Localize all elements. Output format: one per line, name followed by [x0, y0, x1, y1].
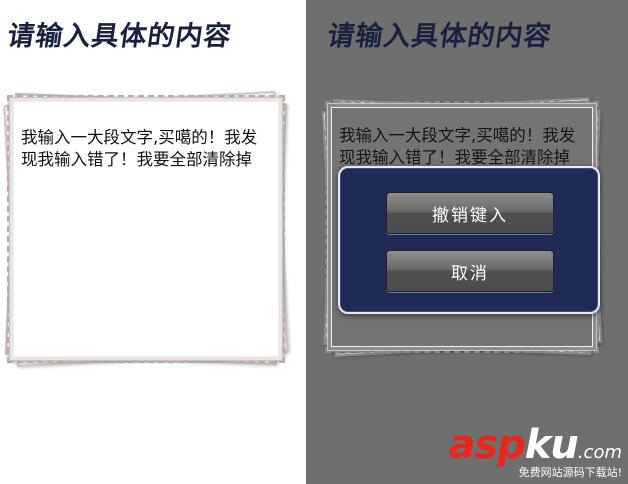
note-paper-stack: 我输入一大段文字,买噶的！我发现我输入错了！我要全部清除掉: [3, 91, 289, 367]
page-heading: 请输入具体的内容: [325, 21, 554, 52]
watermark-com: .com: [577, 442, 622, 463]
site-watermark: aspku.com 免费网站源码下载站!: [448, 425, 622, 478]
undo-typing-button[interactable]: 撤销键入: [386, 192, 554, 234]
input-text: 我输入一大段文字,买噶的！我发现我输入错了！我要全部清除掉: [339, 126, 576, 167]
cancel-button[interactable]: 取消: [386, 250, 554, 292]
watermark-asp: asp: [448, 422, 525, 468]
page-heading: 请输入具体的内容: [5, 21, 234, 52]
right-screen-dimmed: 请输入具体的内容 我输入一大段文字,买噶的！我发现我输入错了！我要全部清除掉 撤…: [306, 0, 628, 484]
input-text: 我输入一大段文字,买噶的！我发现我输入错了！我要全部清除掉: [21, 128, 258, 169]
undo-typing-dialog: 撤销键入 取消: [338, 166, 600, 314]
text-input-area[interactable]: 我输入一大段文字,买噶的！我发现我输入错了！我要全部清除掉: [7, 95, 285, 363]
left-screen: 请输入具体的内容 我输入一大段文字,买噶的！我发现我输入错了！我要全部清除掉: [0, 0, 306, 484]
watermark-subtitle: 免费网站源码下载站!: [518, 466, 622, 479]
watermark-ku: ku: [524, 422, 579, 468]
